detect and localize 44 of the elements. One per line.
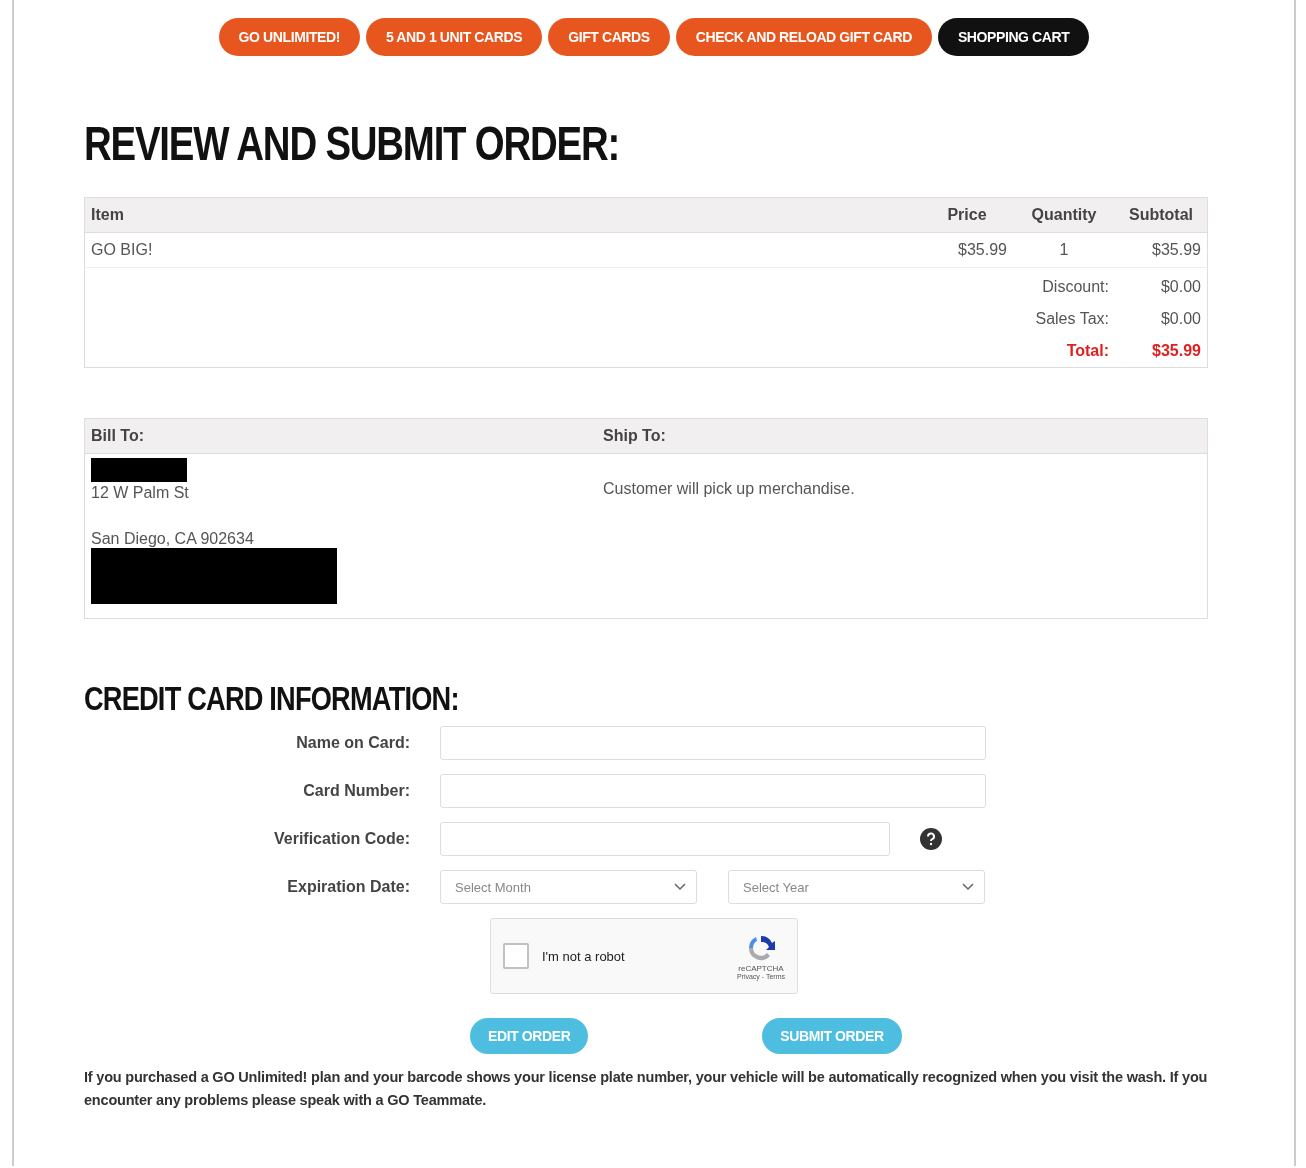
input-field[interactable]: [440, 774, 986, 808]
section-heading: CREDIT CARD INFORMATION:: [84, 679, 459, 718]
address-line: 12 W Palm St: [91, 484, 190, 502]
field-label: Expiration Date:: [286, 878, 411, 896]
summary-label: Discount:: [1013, 267, 1115, 303]
column-header: Price: [921, 197, 1013, 233]
column-header: Item: [84, 197, 921, 233]
year-dropdown[interactable]: Select Year: [728, 870, 985, 904]
field-label: Verification Code:: [272, 830, 411, 848]
edit-order-button[interactable]: EDIT ORDER: [470, 1018, 589, 1054]
nav-tab[interactable]: GIFT CARDS: [548, 18, 670, 56]
submit-order-button[interactable]: SUBMIT ORDER: [762, 1018, 902, 1054]
chevron-down-icon: [962, 883, 974, 891]
captcha-brand: reCAPTCHA: [738, 964, 784, 973]
summary-value: $0.00: [1115, 303, 1208, 335]
nav-tab[interactable]: CHECK AND RELOAD GIFT CARD: [675, 18, 932, 56]
footnote-text: If you purchased a GO Unlimited! plan and your barcode shows your license plate number, your vehicle will be automatically recognized when you visit the wash. If you encounter any problems please speak with a GO Teammate.: [84, 1068, 1208, 1110]
column-header: Ship To:: [597, 418, 1208, 454]
month-dropdown[interactable]: Select Month: [440, 870, 697, 904]
summary-label: Total:: [1013, 335, 1115, 368]
table-cell: $35.99: [921, 232, 1013, 268]
field-label: Card Number:: [302, 782, 411, 800]
captcha-label: I'm not a robot: [542, 948, 626, 964]
table-cell: $35.99: [1115, 232, 1208, 268]
page-title: REVIEW AND SUBMIT ORDER:: [84, 116, 620, 171]
field-label: Name on Card:: [295, 734, 411, 752]
captcha-checkbox[interactable]: [503, 943, 529, 969]
summary-value: $35.99: [1115, 335, 1208, 368]
nav-tab[interactable]: GO UNLIMITED!: [218, 18, 360, 56]
help-icon[interactable]: [920, 828, 942, 850]
nav-tab[interactable]: SHOPPING CART: [937, 18, 1090, 56]
table-cell: GO BIG!: [84, 232, 921, 268]
table-cell: 1: [1013, 232, 1115, 268]
summary-value: $0.00: [1115, 267, 1208, 303]
column-header: Subtotal: [1115, 197, 1208, 233]
column-header: Bill To:: [84, 418, 597, 454]
chevron-down-icon: [674, 883, 686, 891]
summary-label: Sales Tax:: [1034, 309, 1110, 329]
input-field[interactable]: [440, 726, 986, 760]
shipping-note: Customer will pick up merchandise.: [603, 480, 855, 497]
column-header: Quantity: [1013, 197, 1115, 233]
input-field[interactable]: [440, 822, 890, 856]
address-line: San Diego, CA 902634: [91, 530, 255, 548]
nav-tab[interactable]: 5 AND 1 UNIT CARDS: [365, 18, 543, 56]
